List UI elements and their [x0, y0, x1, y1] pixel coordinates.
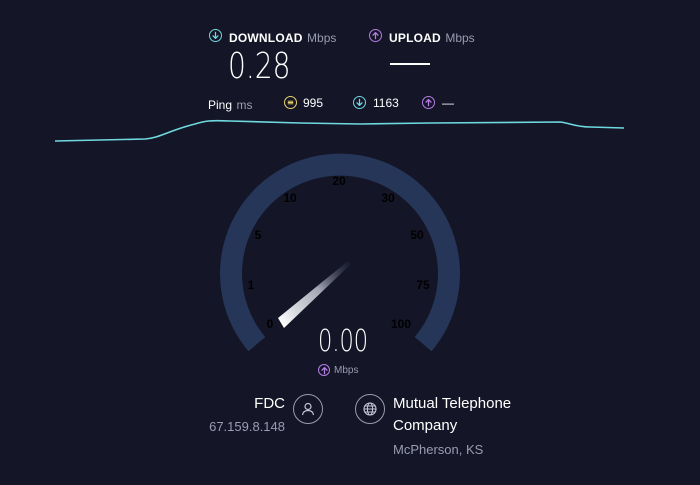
- gauge-tick-0: 0: [267, 317, 274, 331]
- gauge-tick-5: 5: [255, 228, 262, 242]
- gauge-tick-20: 20: [332, 174, 346, 188]
- gauge-track: [220, 153, 460, 352]
- user-icon[interactable]: [293, 394, 323, 424]
- gauge-tick-50: 50: [410, 228, 424, 242]
- gauge-tick-10: 10: [283, 191, 297, 205]
- gauge-tick-75: 75: [416, 278, 430, 292]
- gauge-needle: [278, 261, 351, 328]
- server-ip-address: 67.159.8.148: [209, 419, 285, 434]
- current-speed-unit: Mbps: [334, 365, 359, 376]
- server-host-name: FDC: [254, 395, 285, 412]
- gauge-upload-icon: [318, 364, 330, 376]
- isp-name-line2: Company: [393, 417, 458, 434]
- globe-icon[interactable]: [355, 394, 385, 424]
- current-speed-value: 0.00: [318, 324, 369, 359]
- speed-gauge: 0 1 5 10 20 30 50 75 100: [220, 153, 460, 352]
- gauge-tick-30: 30: [381, 191, 395, 205]
- gauge-tick-1: 1: [248, 278, 255, 292]
- server-location: McPherson, KS: [393, 442, 484, 457]
- isp-name: Mutual Telephone: [393, 395, 512, 412]
- gauge-tick-100: 100: [391, 317, 411, 331]
